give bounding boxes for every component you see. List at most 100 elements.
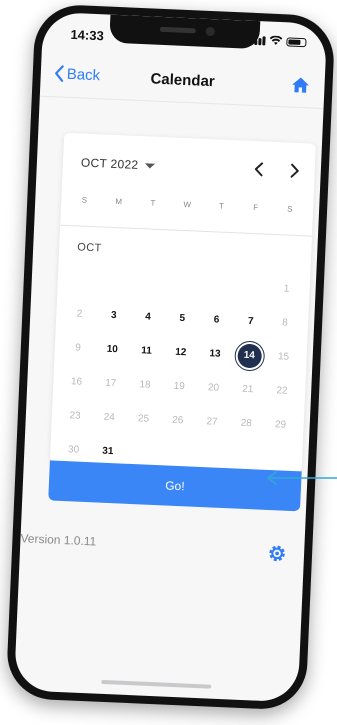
calendar-day[interactable]: 10 <box>95 337 130 362</box>
day-number: 11 <box>140 345 153 357</box>
empty-day-cell <box>228 457 262 458</box>
stage: 14:33 Back Calendar OCT 2022 S M T W T F… <box>0 0 337 725</box>
weekday-label: T <box>218 201 225 211</box>
day-number: 17 <box>104 377 117 390</box>
calendar-day[interactable]: 21 <box>230 377 265 402</box>
calendar-day[interactable]: 5 <box>165 306 200 331</box>
previous-month-button[interactable] <box>246 157 271 182</box>
day-number: 14 <box>236 343 262 369</box>
day-number: 21 <box>241 383 254 396</box>
calendar-day[interactable]: 13 <box>197 342 232 367</box>
calendar-day[interactable]: 30 <box>56 438 91 463</box>
calendar-day[interactable]: 23 <box>57 404 92 429</box>
empty-day-cell <box>132 283 166 284</box>
camera <box>205 26 215 37</box>
day-number: 29 <box>274 419 287 431</box>
calendar-day[interactable]: 22 <box>264 379 299 404</box>
empty-day-cell <box>167 284 201 285</box>
speaker <box>159 26 196 34</box>
calendar-day[interactable]: 12 <box>163 340 198 365</box>
day-number: 2 <box>76 308 83 320</box>
calendar-day[interactable]: 25 <box>126 407 161 432</box>
day-number: 23 <box>69 410 81 422</box>
day-number: 13 <box>209 348 221 360</box>
weekday-label: M <box>115 197 123 207</box>
day-number: 5 <box>179 312 186 325</box>
day-number: 6 <box>213 314 220 326</box>
calendar-day[interactable]: 17 <box>93 371 128 396</box>
calendar-header: OCT 2022 <box>62 133 316 202</box>
day-number: 26 <box>171 414 184 427</box>
month-year-label: OCT 2022 <box>80 155 139 172</box>
day-number: 16 <box>70 376 83 388</box>
calendar-day[interactable]: 7 <box>233 309 268 334</box>
home-icon[interactable] <box>290 75 311 96</box>
divider <box>60 224 312 237</box>
day-grid: 1 2 3 4 5 6 7 8 9 10 11 12 13 14 15 16 17 18 19 20 21 22 23 24 2… <box>56 263 305 474</box>
day-number: 8 <box>281 317 288 329</box>
phone-screen: 14:33 Back Calendar OCT 2022 S M T W T F… <box>13 11 328 703</box>
page-title: Calendar <box>150 70 216 91</box>
day-number: 18 <box>139 379 151 391</box>
calendar-day[interactable]: 4 <box>130 305 165 330</box>
calendar-day[interactable]: 3 <box>96 303 131 328</box>
empty-day-cell <box>201 286 235 287</box>
calendar-day[interactable]: 27 <box>194 410 229 435</box>
calendar-day[interactable]: 26 <box>160 408 195 433</box>
calendar-day[interactable]: 19 <box>162 374 197 399</box>
selected-day[interactable]: 14 <box>232 343 267 369</box>
day-number: 25 <box>137 413 150 425</box>
day-number: 4 <box>144 311 152 323</box>
day-number: 9 <box>74 342 82 354</box>
empty-day-cell <box>235 287 269 288</box>
day-number: 7 <box>247 315 254 328</box>
empty-day-cell <box>98 281 132 282</box>
calendar-day[interactable]: 29 <box>263 413 298 438</box>
phone-frame: 14:33 Back Calendar OCT 2022 S M T W T F… <box>5 3 336 711</box>
empty-day-cell <box>159 454 193 455</box>
calendar-day[interactable]: 16 <box>59 370 94 395</box>
day-number: 22 <box>276 385 288 397</box>
weekday-label: T <box>150 198 156 208</box>
calendar-day[interactable]: 24 <box>92 405 127 430</box>
weekday-label: W <box>183 199 192 210</box>
calendar-day[interactable]: 18 <box>127 373 162 398</box>
calendar-day[interactable]: 20 <box>196 376 231 401</box>
calendar-day[interactable]: 1 <box>269 277 304 302</box>
empty-day-cell <box>125 453 159 454</box>
day-number: 3 <box>110 309 117 322</box>
calendar-day[interactable]: 2 <box>62 302 97 327</box>
next-month-button[interactable] <box>282 158 307 183</box>
month-year-dropdown[interactable]: OCT 2022 <box>81 155 155 172</box>
day-number: 15 <box>277 351 290 363</box>
status-time: 14:33 <box>70 26 105 44</box>
empty-day-cell <box>193 456 227 457</box>
empty-day-cell <box>64 280 98 281</box>
day-number: 31 <box>102 445 114 458</box>
day-number: 20 <box>207 382 220 394</box>
calendar-day[interactable]: 11 <box>129 339 164 364</box>
wifi-icon <box>269 35 283 45</box>
day-number: 27 <box>206 416 218 428</box>
home-indicator <box>101 679 212 689</box>
version-text: Version 1.0.11 <box>20 531 97 549</box>
calendar-card: OCT 2022 SMTWTFS OCT 1 2 3 4 5 6 7 8 9 10 11 12 13 14… <box>49 132 316 474</box>
calendar-day[interactable]: 15 <box>266 345 301 370</box>
month-label: OCT <box>76 241 102 255</box>
empty-day-cell <box>262 459 296 460</box>
day-number: 30 <box>67 444 80 456</box>
nav-bar: Back Calendar <box>39 51 326 110</box>
calendar-day[interactable]: 28 <box>229 411 264 436</box>
day-number: 28 <box>240 417 253 430</box>
weekday-label: F <box>253 203 259 213</box>
calendar-day[interactable]: 9 <box>60 336 95 361</box>
battery-icon <box>286 36 307 47</box>
calendar-day[interactable]: 6 <box>199 308 234 333</box>
gear-icon[interactable] <box>266 542 289 565</box>
calendar-day[interactable]: 8 <box>267 311 302 336</box>
day-number: 19 <box>173 380 186 393</box>
day-number: 1 <box>283 283 290 295</box>
calendar-day[interactable]: 31 <box>90 439 125 464</box>
weekday-label: S <box>287 204 293 214</box>
day-number: 24 <box>103 411 116 424</box>
